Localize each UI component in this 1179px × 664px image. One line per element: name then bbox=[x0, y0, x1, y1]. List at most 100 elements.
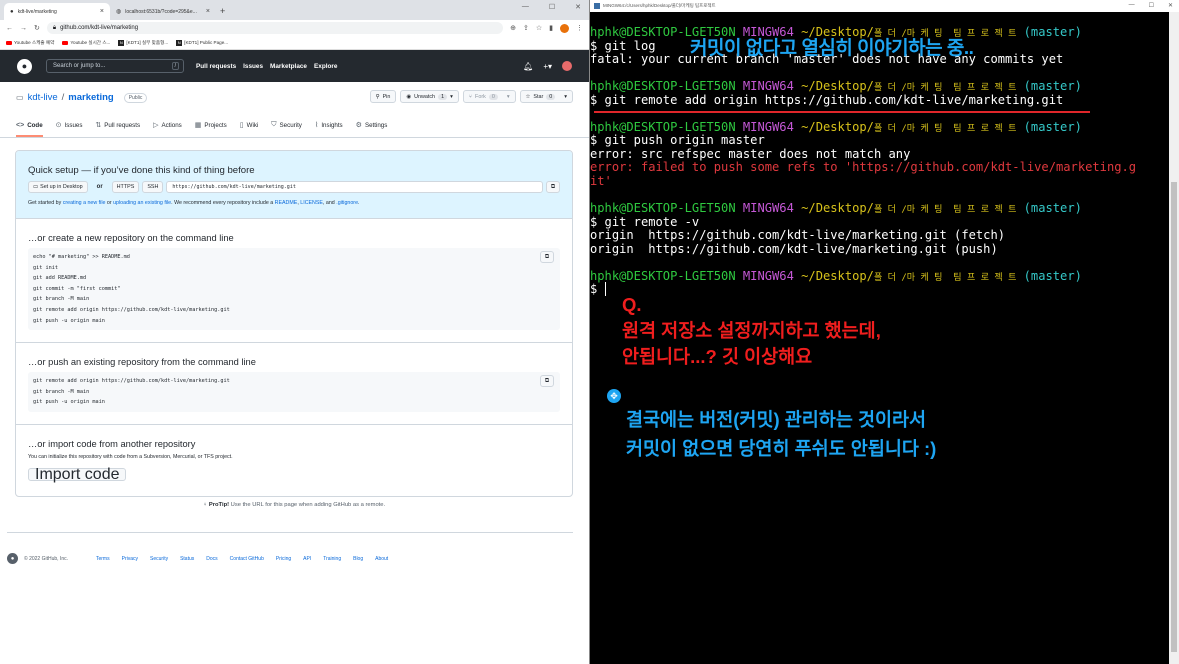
create-file-link[interactable]: creating a new file bbox=[63, 200, 106, 206]
star-button[interactable]: ☆ Star 0 ▾ bbox=[519, 90, 573, 103]
share-icon[interactable]: ⇪ bbox=[523, 24, 529, 32]
tab-close-icon[interactable]: × bbox=[206, 8, 210, 15]
footer-link-pricing[interactable]: Pricing bbox=[276, 556, 291, 562]
question-line: 원격 저장소 설정까지하고 했는데, bbox=[622, 320, 881, 341]
copy-icon[interactable]: ⧉ bbox=[540, 251, 554, 263]
header-right: 🔔︎ +▾ bbox=[523, 61, 572, 71]
https-button[interactable]: HTTPS bbox=[111, 181, 140, 193]
url-bar[interactable]: 🔒︎ github.com/kdt-live/marketing bbox=[46, 22, 504, 34]
pin-button[interactable]: ⚲ Pin bbox=[369, 90, 397, 103]
tab-issues[interactable]: ⊙ Issues bbox=[56, 121, 83, 137]
gitignore-link[interactable]: .gitignore bbox=[336, 200, 358, 206]
footer-link-about[interactable]: About bbox=[375, 556, 388, 562]
zoom-icon[interactable]: ⊕ bbox=[510, 24, 516, 32]
protip-text: Use the URL for this page when adding Gi… bbox=[229, 502, 386, 508]
footer-link-contact[interactable]: Contact GitHub bbox=[230, 556, 264, 562]
push-repo-section: …or push an existing repository from the… bbox=[16, 343, 572, 425]
unwatch-button[interactable]: ◉ Unwatch 1 ▾ bbox=[400, 90, 459, 103]
tab-projects[interactable]: ▦ Projects bbox=[195, 121, 227, 137]
footer-link-privacy[interactable]: Privacy bbox=[122, 556, 138, 562]
tab-title: localhost:6531b/?code=295&e... bbox=[125, 8, 197, 15]
footer-link-training[interactable]: Training bbox=[323, 556, 341, 562]
new-tab-button[interactable]: + bbox=[220, 6, 225, 16]
tab-wiki[interactable]: ▯ Wiki bbox=[240, 121, 259, 137]
footer-link-docs[interactable]: Docs bbox=[206, 556, 217, 562]
forward-icon[interactable]: → bbox=[20, 25, 27, 32]
readme-link[interactable]: README bbox=[275, 200, 298, 206]
bookmark-item[interactable]: Youtube 스케줄 예약 bbox=[6, 40, 54, 46]
close-window-icon[interactable]: ✕ bbox=[1168, 2, 1173, 9]
footer-link-status[interactable]: Status bbox=[180, 556, 194, 562]
import-code-button[interactable]: Import code bbox=[28, 466, 127, 483]
terminal-scrollbar[interactable] bbox=[1169, 12, 1179, 664]
terminal-output[interactable]: hphk@DESKTOP-LGET50N MINGW64 ~/Desktop/폴… bbox=[590, 25, 1165, 297]
bookmark-star-icon[interactable]: ☆ bbox=[536, 24, 542, 32]
footer-link-api[interactable]: API bbox=[303, 556, 311, 562]
back-icon[interactable]: ← bbox=[6, 25, 13, 32]
bookmark-item[interactable]: N [KDT1] 실무 맞춤형... bbox=[118, 39, 168, 46]
error-line: it' bbox=[590, 174, 612, 189]
play-icon: ▷ bbox=[153, 122, 159, 129]
browser-window: ● kdt-live/marketing × ◍ localhost:6531b… bbox=[0, 0, 589, 664]
nav-marketplace[interactable]: Marketplace bbox=[270, 63, 307, 70]
browser-tab-bar: ● kdt-live/marketing × ◍ localhost:6531b… bbox=[0, 0, 589, 20]
bookmark-item[interactable]: Youtube 실시간 스... bbox=[62, 40, 110, 46]
lock-icon: 🔒︎ bbox=[52, 24, 57, 31]
chevron-down-icon: ▾ bbox=[450, 93, 453, 100]
tab-pull-requests[interactable]: ⇅ Pull requests bbox=[95, 121, 140, 137]
clone-url-input[interactable]: https://github.com/kdt-live/marketing.gi… bbox=[166, 181, 543, 193]
footer-link-blog[interactable]: Blog bbox=[353, 556, 363, 562]
repo-title-separator: / bbox=[61, 92, 65, 103]
setup-desktop-button[interactable]: ▭ Set up in Desktop bbox=[28, 181, 88, 193]
clone-row: ▭ Set up in Desktop or HTTPS SSH https://… bbox=[28, 181, 560, 193]
repo-owner-link[interactable]: kdt-live bbox=[28, 92, 58, 103]
maximize-icon[interactable]: ☐ bbox=[549, 3, 555, 11]
eye-icon: ◉ bbox=[406, 93, 412, 100]
fork-button[interactable]: ⑂ Fork 0 ▾ bbox=[462, 90, 516, 103]
tab-actions[interactable]: ▷ Actions bbox=[153, 121, 182, 137]
profile-avatar[interactable] bbox=[560, 23, 569, 33]
tab-insights[interactable]: ⌇ Insights bbox=[315, 121, 343, 137]
copy-icon[interactable]: ⧉ bbox=[540, 375, 554, 388]
github-header: ● Search or jump to... / Pull requests I… bbox=[0, 50, 589, 82]
bell-icon[interactable]: 🔔︎ bbox=[523, 62, 533, 71]
visibility-badge: Public bbox=[123, 92, 148, 103]
footer-link-security[interactable]: Security bbox=[150, 556, 168, 562]
close-window-icon[interactable]: ✕ bbox=[575, 3, 581, 11]
ssh-button[interactable]: SSH bbox=[142, 181, 164, 193]
mingw-icon bbox=[594, 3, 600, 9]
menu-dots-icon[interactable]: ⋮ bbox=[576, 24, 583, 32]
footer-link-terms[interactable]: Terms bbox=[96, 556, 110, 562]
github-logo-icon[interactable]: ● bbox=[17, 58, 32, 74]
reload-icon[interactable]: ↻ bbox=[34, 24, 40, 32]
github-footer-logo-icon[interactable]: ● bbox=[7, 553, 18, 564]
repo-name-link[interactable]: marketing bbox=[68, 92, 113, 103]
scrollbar-thumb[interactable] bbox=[1171, 182, 1177, 652]
nav-explore[interactable]: Explore bbox=[314, 63, 337, 70]
tab-close-icon[interactable]: × bbox=[100, 8, 104, 15]
bookmark-item[interactable]: N [KDT1] Public Page... bbox=[176, 39, 228, 46]
nav-pull-requests[interactable]: Pull requests bbox=[196, 63, 236, 70]
tab-security[interactable]: ⛉ Security bbox=[271, 121, 302, 137]
tab-settings[interactable]: ⚙ Settings bbox=[356, 121, 388, 137]
minimize-icon[interactable]: — bbox=[1129, 2, 1135, 9]
nav-issues[interactable]: Issues bbox=[243, 63, 263, 70]
question-label: Q. bbox=[622, 294, 642, 315]
terminal-window-controls: — ☐ ✕ bbox=[1129, 2, 1173, 9]
move-handle-icon[interactable]: ✥ bbox=[607, 389, 621, 403]
minimize-icon[interactable]: — bbox=[522, 3, 529, 11]
plus-icon[interactable]: +▾ bbox=[543, 62, 552, 71]
user-avatar[interactable] bbox=[562, 61, 572, 71]
browser-tab-github[interactable]: ● kdt-live/marketing × bbox=[4, 3, 110, 20]
tab-code[interactable]: <> Code bbox=[16, 121, 43, 137]
maximize-icon[interactable]: ☐ bbox=[1149, 2, 1154, 9]
repo-tabs: <> Code ⊙ Issues ⇅ Pull requests ▷ Actions ▦… bbox=[16, 121, 387, 137]
star-icon: ☆ bbox=[525, 93, 531, 100]
copy-icon[interactable]: ⧉ bbox=[546, 181, 560, 193]
license-link[interactable]: LICENSE bbox=[300, 200, 323, 206]
upload-file-link[interactable]: uploading an existing file bbox=[113, 200, 171, 206]
browser-tab-localhost[interactable]: ◍ localhost:6531b/?code=295&e... × bbox=[110, 3, 216, 20]
sidebar-icon[interactable]: ▮ bbox=[549, 24, 553, 32]
search-input[interactable]: Search or jump to... / bbox=[46, 59, 184, 73]
terminal-title: MINGW64:/c/Users/hphk/Desktop/풀더/마케팅 팀프로… bbox=[603, 3, 716, 8]
